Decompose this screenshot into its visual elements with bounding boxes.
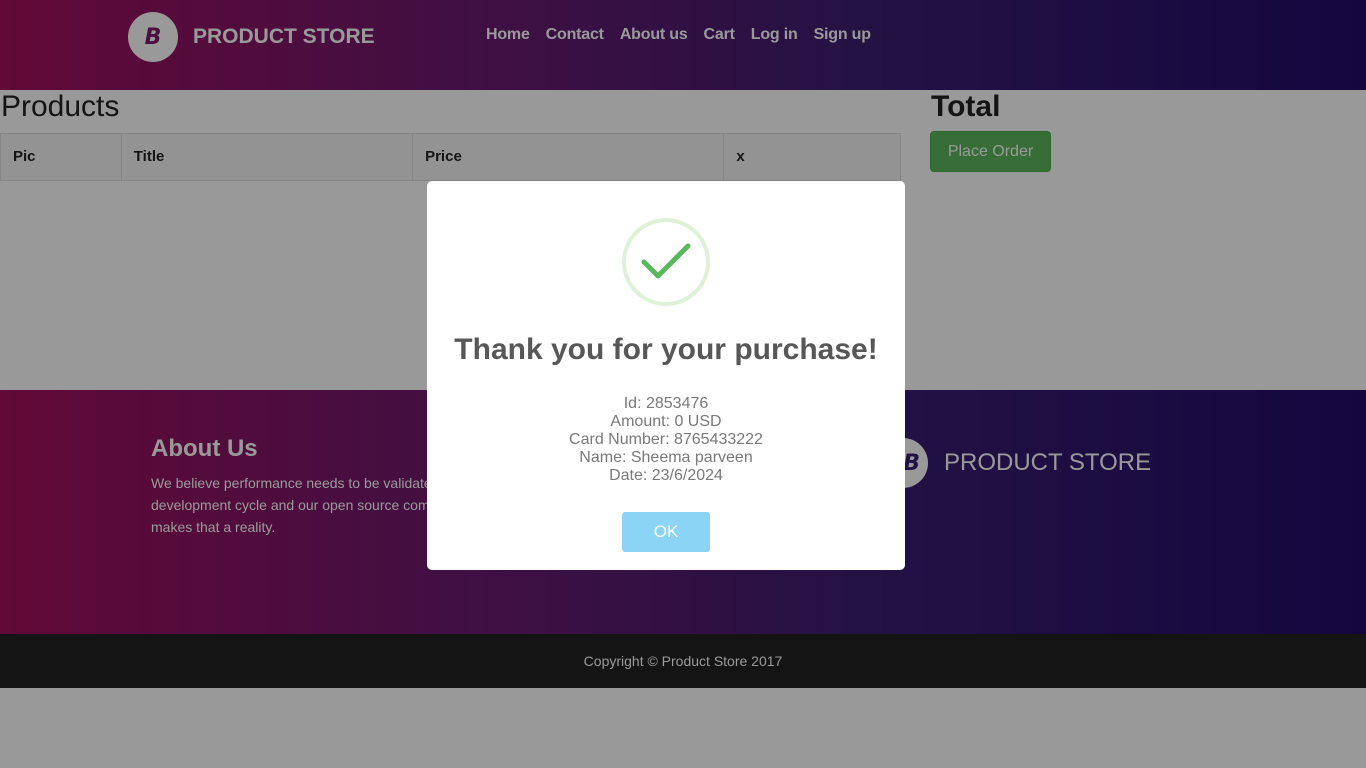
order-name: Name: Sheema parveen (579, 449, 753, 466)
checkmark-icon (622, 218, 710, 306)
order-id: Id: 2853476 (623, 395, 709, 412)
dialog-title: Thank you for your purchase! (454, 333, 878, 366)
order-card-number: Card Number: 8765433222 (569, 431, 763, 448)
order-date: Date: 23/6/2024 (609, 467, 723, 484)
order-amount: Amount: 0 USD (610, 413, 722, 430)
order-details: Id: 2853476 Amount: 0 USD Card Number: 8… (427, 395, 905, 485)
purchase-confirmation-dialog: Thank you for your purchase! Id: 2853476… (427, 181, 905, 570)
ok-button[interactable]: OK (622, 512, 710, 552)
